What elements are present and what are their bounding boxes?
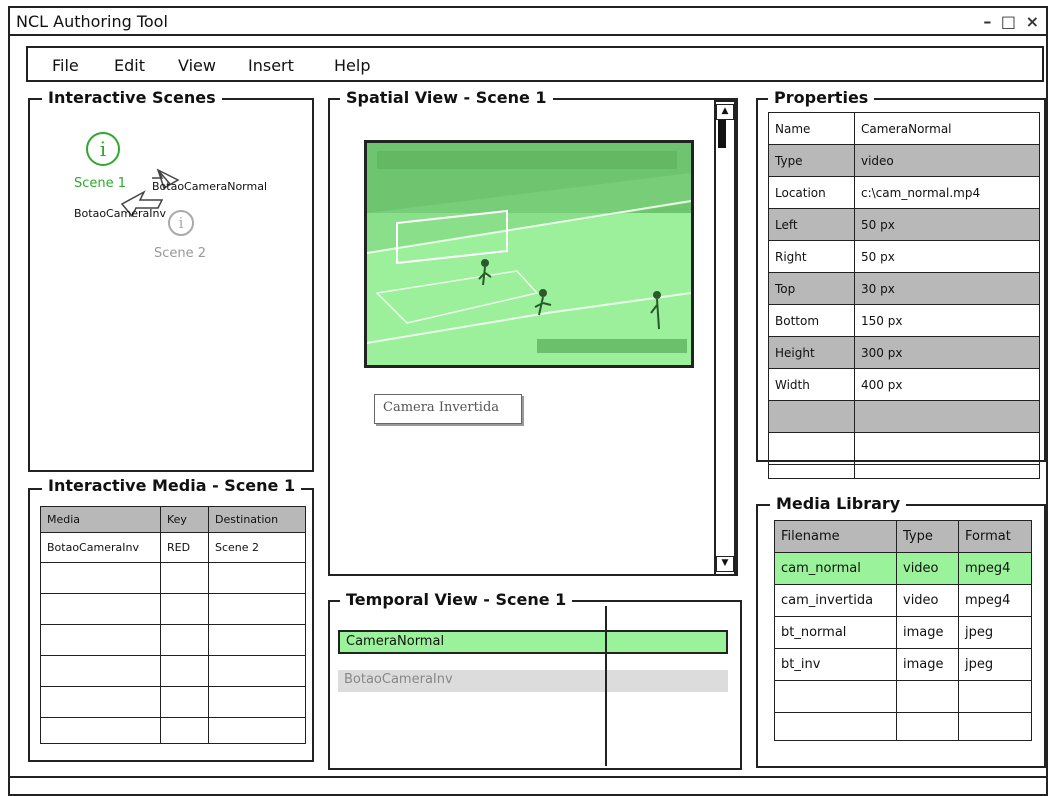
property-name: Name [768, 112, 855, 145]
property-name: Location [768, 176, 855, 209]
property-row[interactable]: Width 400 px [768, 368, 1040, 401]
table-row[interactable]: cam_invertida video mpeg4 [774, 584, 1032, 617]
table-row[interactable] [40, 717, 306, 744]
menu-file[interactable]: File [52, 56, 79, 75]
type-cell: video [896, 552, 959, 585]
spatial-scrollbar[interactable]: ▲ ▼ [714, 100, 736, 576]
property-value[interactable]: c:\cam_normal.mp4 [854, 176, 1040, 209]
property-row[interactable]: Right 50 px [768, 240, 1040, 273]
filename-cell: bt_inv [774, 648, 897, 681]
property-value[interactable]: 30 px [854, 272, 1040, 305]
col-format: Format [958, 520, 1032, 553]
properties-title: Properties [768, 88, 875, 107]
filename-cell: cam_normal [774, 552, 897, 585]
temporal-view-title: Temporal View - Scene 1 [340, 590, 573, 609]
video-region[interactable] [364, 140, 694, 368]
property-value[interactable]: CameraNormal [854, 112, 1040, 145]
property-row[interactable]: Bottom 150 px [768, 304, 1040, 337]
time-cursor[interactable] [605, 606, 607, 766]
col-destination: Destination [208, 506, 306, 533]
link-label-camera-inv[interactable]: BotaoCameraInv [74, 207, 166, 220]
interactive-scenes-panel [28, 98, 314, 472]
property-name: Left [768, 208, 855, 241]
table-row[interactable]: cam_normal video mpeg4 [774, 552, 1032, 585]
table-row[interactable] [40, 655, 306, 687]
type-cell: image [896, 616, 959, 649]
scroll-down-icon[interactable]: ▼ [716, 556, 734, 572]
col-filename: Filename [774, 520, 897, 553]
format-cell: mpeg4 [958, 552, 1032, 585]
property-value[interactable]: 50 px [854, 240, 1040, 273]
property-row[interactable] [768, 464, 1040, 479]
title-bar: NCL Authoring Tool – □ × [10, 8, 1047, 36]
property-value[interactable]: video [854, 144, 1040, 177]
soccer-video-thumbnail-icon [367, 143, 691, 365]
interactive-media-title: Interactive Media - Scene 1 [42, 476, 302, 495]
menu-insert[interactable]: Insert [248, 56, 294, 75]
property-value[interactable]: 150 px [854, 304, 1040, 337]
scene-2-label[interactable]: Scene 2 [154, 246, 206, 261]
property-name: Width [768, 368, 855, 401]
interactive-media-table: Media Key Destination BotaoCameraInv RED… [40, 506, 306, 744]
media-library-table: Filename Type Format cam_normal video mp… [774, 520, 1032, 741]
format-cell: jpeg [958, 648, 1032, 681]
col-type: Type [896, 520, 959, 553]
property-row[interactable]: Type video [768, 144, 1040, 177]
table-row[interactable] [40, 686, 306, 718]
format-cell: jpeg [958, 616, 1032, 649]
type-cell: image [896, 648, 959, 681]
media-library-title: Media Library [770, 494, 907, 513]
property-value[interactable]: 400 px [854, 368, 1040, 401]
property-row[interactable]: Left 50 px [768, 208, 1040, 241]
property-row[interactable]: Height 300 px [768, 336, 1040, 369]
scroll-thumb[interactable] [718, 120, 726, 148]
property-row[interactable]: Top 30 px [768, 272, 1040, 305]
table-row[interactable] [40, 624, 306, 656]
table-row[interactable] [774, 712, 1032, 741]
table-row[interactable] [774, 680, 1032, 713]
menu-bar: File Edit View Insert Help [26, 46, 1044, 82]
media-cell: BotaoCameraInv [40, 532, 161, 563]
property-row[interactable]: Name CameraNormal [768, 112, 1040, 145]
property-name: Top [768, 272, 855, 305]
table-row[interactable] [40, 562, 306, 594]
menu-help[interactable]: Help [334, 56, 370, 75]
window-title: NCL Authoring Tool [16, 12, 168, 31]
track-botao-camera-inv[interactable]: BotaoCameraInv [338, 670, 728, 692]
table-row[interactable] [40, 593, 306, 625]
col-media: Media [40, 506, 161, 533]
scene-1-glyph: i [99, 137, 107, 161]
property-value[interactable]: 300 px [854, 336, 1040, 369]
table-row[interactable]: BotaoCameraInv RED Scene 2 [40, 532, 306, 563]
camera-invertida-button[interactable]: Camera Invertida [374, 394, 522, 424]
interactive-scenes-title: Interactive Scenes [42, 88, 222, 107]
link-label-camera-normal[interactable]: BotaoCameraNormal [152, 180, 267, 193]
property-row[interactable]: Location c:\cam_normal.mp4 [768, 176, 1040, 209]
window-controls-icon[interactable]: – □ × [983, 12, 1041, 31]
property-row[interactable] [768, 400, 1040, 433]
property-row[interactable] [768, 432, 1040, 465]
col-key: Key [160, 506, 209, 533]
property-name: Right [768, 240, 855, 273]
format-cell: mpeg4 [958, 584, 1032, 617]
property-name: Bottom [768, 304, 855, 337]
menu-view[interactable]: View [178, 56, 216, 75]
properties-table: Name CameraNormal Type video Location c:\ca… [768, 112, 1040, 479]
property-name: Type [768, 144, 855, 177]
destination-cell: Scene 2 [208, 532, 306, 563]
menu-edit[interactable]: Edit [114, 56, 145, 75]
key-cell: RED [160, 532, 209, 563]
status-bar [10, 776, 1047, 790]
spatial-view-title: Spatial View - Scene 1 [340, 88, 553, 107]
property-name: Height [768, 336, 855, 369]
track-camera-normal[interactable]: CameraNormal [338, 630, 728, 654]
table-row[interactable]: bt_inv image jpeg [774, 648, 1032, 681]
scroll-up-icon[interactable]: ▲ [716, 104, 734, 120]
table-row[interactable]: bt_normal image jpeg [774, 616, 1032, 649]
filename-cell: bt_normal [774, 616, 897, 649]
property-value[interactable]: 50 px [854, 208, 1040, 241]
type-cell: video [896, 584, 959, 617]
filename-cell: cam_invertida [774, 584, 897, 617]
